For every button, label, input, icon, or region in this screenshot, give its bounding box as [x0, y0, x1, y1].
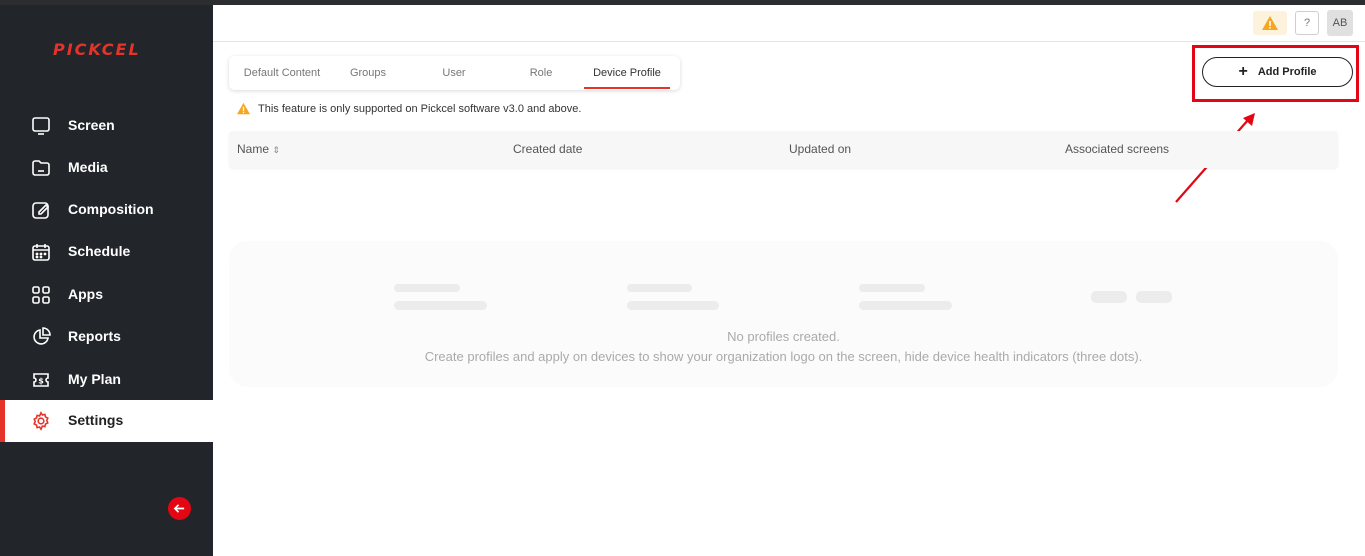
sidebar-item-composition[interactable]: Composition [0, 189, 213, 231]
highlight-box [1192, 45, 1359, 102]
pickcel-logo: PICKCEL [53, 40, 141, 59]
sidebar: PICKCEL Screen Media Composition Schedul… [0, 5, 213, 556]
sort-icon: ⇕ [272, 145, 280, 155]
sidebar-item-media[interactable]: Media [0, 147, 213, 189]
sidebar-item-label: Screen [68, 117, 115, 133]
tab-default-content[interactable]: Default Content [232, 56, 332, 90]
warning-icon [237, 102, 250, 115]
warning-icon [1262, 16, 1278, 30]
sidebar-item-settings[interactable]: Settings [0, 400, 213, 442]
sidebar-item-label: Composition [68, 201, 154, 217]
sidebar-item-label: Apps [68, 286, 103, 302]
empty-state-description: Create profiles and apply on devices to … [424, 349, 1143, 364]
arrow-left-icon [173, 504, 185, 513]
avatar[interactable]: AB [1327, 10, 1353, 36]
tab-user[interactable]: User [425, 56, 483, 90]
edit-icon [32, 202, 50, 219]
pie-chart-icon [33, 327, 51, 345]
skeleton-line [394, 284, 460, 292]
gear-icon [33, 411, 49, 431]
sidebar-item-apps[interactable]: Apps [0, 274, 213, 316]
svg-text:$: $ [38, 377, 44, 386]
plan-icon: $ [33, 373, 49, 387]
skeleton-line [859, 301, 952, 310]
sidebar-item-schedule[interactable]: Schedule [0, 231, 213, 273]
tab-role[interactable]: Role [513, 56, 569, 90]
column-updated-on: Updated on [789, 142, 852, 156]
column-created-date: Created date [513, 142, 583, 156]
help-button[interactable]: ? [1295, 11, 1319, 35]
column-name[interactable]: Name ⇕ [237, 142, 280, 156]
sidebar-item-screen[interactable]: Screen [0, 105, 213, 147]
sidebar-item-my-plan[interactable]: $ My Plan [0, 359, 213, 401]
skeleton-line [627, 301, 719, 310]
compatibility-notice: This feature is only supported on Pickce… [236, 102, 581, 115]
empty-state-title: No profiles created. [727, 329, 840, 344]
sidebar-item-reports[interactable]: Reports [0, 316, 213, 358]
monitor-icon [32, 117, 50, 135]
tab-groups[interactable]: Groups [337, 56, 399, 90]
skeleton-line [859, 284, 925, 292]
tab-device-profile[interactable]: Device Profile [584, 56, 670, 90]
skeleton-pill [1091, 291, 1127, 303]
skeleton-pill [1136, 291, 1172, 303]
apps-grid-icon [32, 286, 50, 304]
sidebar-item-label: Media [68, 159, 108, 175]
calendar-icon [32, 244, 50, 261]
alert-button[interactable] [1253, 11, 1287, 35]
table-header: Name ⇕ Created date Updated on Associate… [229, 131, 1338, 168]
empty-state: No profiles created. Create profiles and… [229, 241, 1338, 387]
skeleton-line [627, 284, 692, 292]
sidebar-item-label: My Plan [68, 371, 121, 387]
top-header: ? AB [213, 5, 1365, 42]
skeleton-line [394, 301, 487, 310]
sidebar-item-label: Reports [68, 328, 121, 344]
column-associated-screens: Associated screens [1065, 142, 1170, 156]
collapse-sidebar-button[interactable] [168, 497, 191, 520]
sidebar-item-label: Settings [68, 412, 124, 428]
notice-text: This feature is only supported on Pickce… [258, 102, 582, 115]
folder-icon [32, 160, 50, 176]
sidebar-item-label: Schedule [68, 243, 131, 259]
settings-tabs: Default Content Groups User Role Device … [229, 56, 680, 90]
